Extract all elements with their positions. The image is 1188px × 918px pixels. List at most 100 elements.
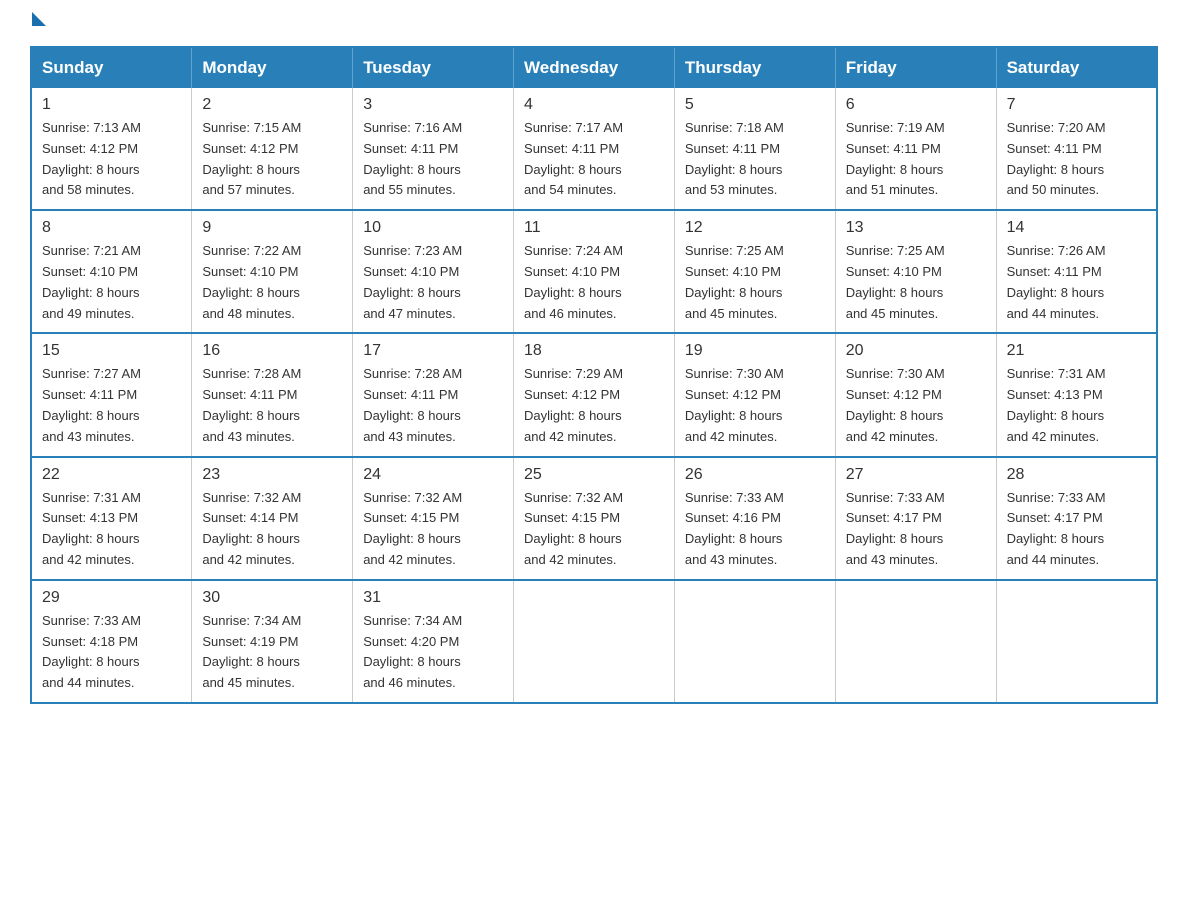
calendar-cell — [514, 580, 675, 703]
calendar-cell: 29 Sunrise: 7:33 AMSunset: 4:18 PMDaylig… — [31, 580, 192, 703]
calendar-cell: 8 Sunrise: 7:21 AMSunset: 4:10 PMDayligh… — [31, 210, 192, 333]
day-info: Sunrise: 7:30 AMSunset: 4:12 PMDaylight:… — [685, 366, 784, 443]
day-number: 13 — [846, 219, 986, 237]
day-info: Sunrise: 7:31 AMSunset: 4:13 PMDaylight:… — [42, 490, 141, 567]
day-info: Sunrise: 7:17 AMSunset: 4:11 PMDaylight:… — [524, 120, 623, 197]
day-number: 24 — [363, 466, 503, 484]
day-info: Sunrise: 7:28 AMSunset: 4:11 PMDaylight:… — [363, 366, 462, 443]
calendar-cell: 17 Sunrise: 7:28 AMSunset: 4:11 PMDaylig… — [353, 333, 514, 456]
calendar-cell: 31 Sunrise: 7:34 AMSunset: 4:20 PMDaylig… — [353, 580, 514, 703]
day-info: Sunrise: 7:34 AMSunset: 4:19 PMDaylight:… — [202, 613, 301, 690]
header-day-thursday: Thursday — [674, 47, 835, 88]
calendar-cell: 19 Sunrise: 7:30 AMSunset: 4:12 PMDaylig… — [674, 333, 835, 456]
calendar-week-row: 22 Sunrise: 7:31 AMSunset: 4:13 PMDaylig… — [31, 457, 1157, 580]
header-day-sunday: Sunday — [31, 47, 192, 88]
header-day-saturday: Saturday — [996, 47, 1157, 88]
day-info: Sunrise: 7:32 AMSunset: 4:14 PMDaylight:… — [202, 490, 301, 567]
calendar-cell: 16 Sunrise: 7:28 AMSunset: 4:11 PMDaylig… — [192, 333, 353, 456]
day-number: 10 — [363, 219, 503, 237]
day-info: Sunrise: 7:25 AMSunset: 4:10 PMDaylight:… — [685, 243, 784, 320]
calendar-cell: 12 Sunrise: 7:25 AMSunset: 4:10 PMDaylig… — [674, 210, 835, 333]
calendar-cell: 3 Sunrise: 7:16 AMSunset: 4:11 PMDayligh… — [353, 88, 514, 210]
day-info: Sunrise: 7:33 AMSunset: 4:17 PMDaylight:… — [846, 490, 945, 567]
day-number: 12 — [685, 219, 825, 237]
day-info: Sunrise: 7:22 AMSunset: 4:10 PMDaylight:… — [202, 243, 301, 320]
day-info: Sunrise: 7:26 AMSunset: 4:11 PMDaylight:… — [1007, 243, 1106, 320]
day-info: Sunrise: 7:23 AMSunset: 4:10 PMDaylight:… — [363, 243, 462, 320]
calendar-cell: 10 Sunrise: 7:23 AMSunset: 4:10 PMDaylig… — [353, 210, 514, 333]
day-info: Sunrise: 7:29 AMSunset: 4:12 PMDaylight:… — [524, 366, 623, 443]
day-number: 11 — [524, 219, 664, 237]
calendar-cell: 6 Sunrise: 7:19 AMSunset: 4:11 PMDayligh… — [835, 88, 996, 210]
calendar-cell: 14 Sunrise: 7:26 AMSunset: 4:11 PMDaylig… — [996, 210, 1157, 333]
day-number: 29 — [42, 589, 181, 607]
calendar-cell: 11 Sunrise: 7:24 AMSunset: 4:10 PMDaylig… — [514, 210, 675, 333]
logo — [30, 20, 46, 26]
day-number: 23 — [202, 466, 342, 484]
calendar-cell: 28 Sunrise: 7:33 AMSunset: 4:17 PMDaylig… — [996, 457, 1157, 580]
calendar-cell: 23 Sunrise: 7:32 AMSunset: 4:14 PMDaylig… — [192, 457, 353, 580]
day-info: Sunrise: 7:34 AMSunset: 4:20 PMDaylight:… — [363, 613, 462, 690]
calendar-cell: 5 Sunrise: 7:18 AMSunset: 4:11 PMDayligh… — [674, 88, 835, 210]
calendar-week-row: 8 Sunrise: 7:21 AMSunset: 4:10 PMDayligh… — [31, 210, 1157, 333]
day-info: Sunrise: 7:27 AMSunset: 4:11 PMDaylight:… — [42, 366, 141, 443]
calendar-cell: 7 Sunrise: 7:20 AMSunset: 4:11 PMDayligh… — [996, 88, 1157, 210]
calendar-cell: 1 Sunrise: 7:13 AMSunset: 4:12 PMDayligh… — [31, 88, 192, 210]
calendar-cell: 2 Sunrise: 7:15 AMSunset: 4:12 PMDayligh… — [192, 88, 353, 210]
day-number: 1 — [42, 96, 181, 114]
calendar-cell — [674, 580, 835, 703]
calendar-cell: 27 Sunrise: 7:33 AMSunset: 4:17 PMDaylig… — [835, 457, 996, 580]
day-number: 18 — [524, 342, 664, 360]
day-number: 7 — [1007, 96, 1146, 114]
day-info: Sunrise: 7:32 AMSunset: 4:15 PMDaylight:… — [524, 490, 623, 567]
day-info: Sunrise: 7:15 AMSunset: 4:12 PMDaylight:… — [202, 120, 301, 197]
day-info: Sunrise: 7:13 AMSunset: 4:12 PMDaylight:… — [42, 120, 141, 197]
calendar-table: SundayMondayTuesdayWednesdayThursdayFrid… — [30, 46, 1158, 704]
header-day-tuesday: Tuesday — [353, 47, 514, 88]
calendar-cell: 22 Sunrise: 7:31 AMSunset: 4:13 PMDaylig… — [31, 457, 192, 580]
calendar-cell — [835, 580, 996, 703]
calendar-cell: 30 Sunrise: 7:34 AMSunset: 4:19 PMDaylig… — [192, 580, 353, 703]
day-number: 20 — [846, 342, 986, 360]
day-number: 22 — [42, 466, 181, 484]
day-number: 28 — [1007, 466, 1146, 484]
day-info: Sunrise: 7:18 AMSunset: 4:11 PMDaylight:… — [685, 120, 784, 197]
calendar-week-row: 1 Sunrise: 7:13 AMSunset: 4:12 PMDayligh… — [31, 88, 1157, 210]
day-info: Sunrise: 7:30 AMSunset: 4:12 PMDaylight:… — [846, 366, 945, 443]
calendar-header-row: SundayMondayTuesdayWednesdayThursdayFrid… — [31, 47, 1157, 88]
day-number: 2 — [202, 96, 342, 114]
calendar-cell: 13 Sunrise: 7:25 AMSunset: 4:10 PMDaylig… — [835, 210, 996, 333]
day-number: 26 — [685, 466, 825, 484]
calendar-cell: 18 Sunrise: 7:29 AMSunset: 4:12 PMDaylig… — [514, 333, 675, 456]
calendar-cell: 25 Sunrise: 7:32 AMSunset: 4:15 PMDaylig… — [514, 457, 675, 580]
header-day-monday: Monday — [192, 47, 353, 88]
day-info: Sunrise: 7:32 AMSunset: 4:15 PMDaylight:… — [363, 490, 462, 567]
day-info: Sunrise: 7:25 AMSunset: 4:10 PMDaylight:… — [846, 243, 945, 320]
calendar-cell: 21 Sunrise: 7:31 AMSunset: 4:13 PMDaylig… — [996, 333, 1157, 456]
calendar-cell: 26 Sunrise: 7:33 AMSunset: 4:16 PMDaylig… — [674, 457, 835, 580]
day-number: 31 — [363, 589, 503, 607]
day-number: 21 — [1007, 342, 1146, 360]
day-number: 4 — [524, 96, 664, 114]
header-day-wednesday: Wednesday — [514, 47, 675, 88]
day-number: 27 — [846, 466, 986, 484]
day-info: Sunrise: 7:28 AMSunset: 4:11 PMDaylight:… — [202, 366, 301, 443]
calendar-week-row: 15 Sunrise: 7:27 AMSunset: 4:11 PMDaylig… — [31, 333, 1157, 456]
day-info: Sunrise: 7:31 AMSunset: 4:13 PMDaylight:… — [1007, 366, 1106, 443]
day-info: Sunrise: 7:19 AMSunset: 4:11 PMDaylight:… — [846, 120, 945, 197]
day-info: Sunrise: 7:20 AMSunset: 4:11 PMDaylight:… — [1007, 120, 1106, 197]
day-number: 19 — [685, 342, 825, 360]
day-number: 25 — [524, 466, 664, 484]
day-info: Sunrise: 7:33 AMSunset: 4:17 PMDaylight:… — [1007, 490, 1106, 567]
day-number: 17 — [363, 342, 503, 360]
calendar-week-row: 29 Sunrise: 7:33 AMSunset: 4:18 PMDaylig… — [31, 580, 1157, 703]
day-info: Sunrise: 7:16 AMSunset: 4:11 PMDaylight:… — [363, 120, 462, 197]
day-number: 6 — [846, 96, 986, 114]
day-number: 5 — [685, 96, 825, 114]
day-number: 14 — [1007, 219, 1146, 237]
logo-triangle-icon — [32, 12, 46, 26]
calendar-cell: 4 Sunrise: 7:17 AMSunset: 4:11 PMDayligh… — [514, 88, 675, 210]
day-number: 8 — [42, 219, 181, 237]
day-number: 3 — [363, 96, 503, 114]
day-number: 9 — [202, 219, 342, 237]
